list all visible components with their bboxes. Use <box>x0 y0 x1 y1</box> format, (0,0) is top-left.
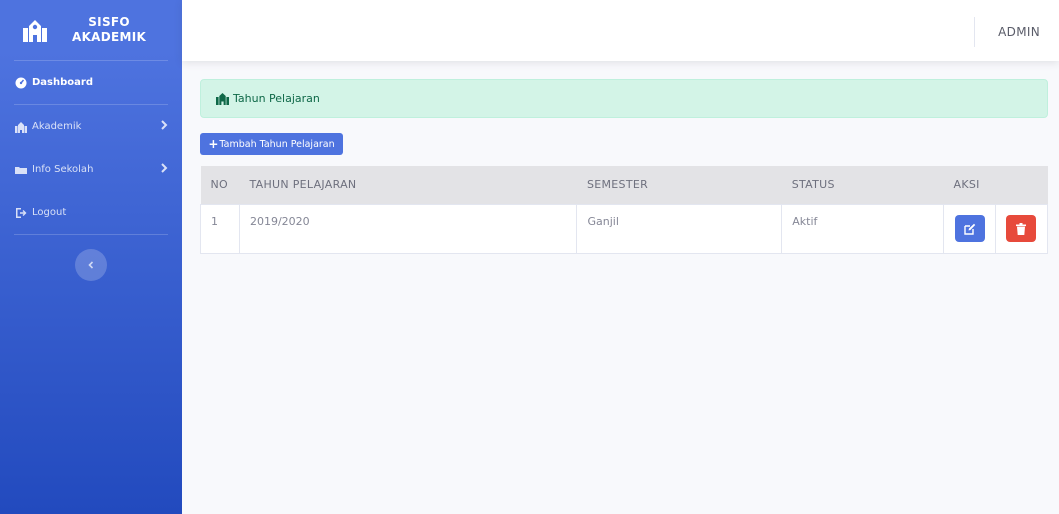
cell-delete <box>994 203 1049 254</box>
column-header[interactable]: SEMESTER <box>576 166 782 204</box>
sidebar-item-info-sekolah[interactable]: Info Sekolah <box>0 148 182 191</box>
school-icon <box>216 93 229 105</box>
sidebar-item-akademik[interactable]: Akademik <box>0 105 182 148</box>
user-menu[interactable]: ADMIN <box>998 25 1040 39</box>
sidebar-item-label: Info Sekolah <box>32 164 94 175</box>
topbar-divider <box>974 17 975 47</box>
school-icon <box>15 121 27 133</box>
column-header[interactable]: TAHUN PELAJARAN <box>239 166 577 204</box>
table-row: 1 2019/2020 Ganjil Aktif <box>200 203 1049 254</box>
sign-out-icon <box>15 207 27 219</box>
chevron-left-icon <box>88 261 94 269</box>
sidebar: SISFO AKADEMIK Dashboard Akademik Info S… <box>0 0 182 514</box>
plus-icon: + <box>208 137 219 151</box>
brand-line-1: SISFO <box>88 15 130 29</box>
column-header[interactable]: STATUS <box>781 166 944 204</box>
table-header-row: NO TAHUN PELAJARAN SEMESTER STATUS AKSI <box>200 166 1048 204</box>
chevron-right-icon <box>161 120 168 130</box>
cell-no: 1 <box>200 203 240 254</box>
sidebar-brand[interactable]: SISFO AKADEMIK <box>0 0 182 60</box>
sidebar-item-label: Akademik <box>32 121 82 132</box>
tachometer-icon <box>15 77 27 89</box>
sidebar-item-label: Dashboard <box>32 77 93 88</box>
edit-icon <box>963 223 975 235</box>
column-header: AKSI <box>943 166 1048 204</box>
topbar: ADMIN <box>182 0 1059 61</box>
sidebar-toggle-button[interactable] <box>75 249 107 281</box>
brand-line-2: AKADEMIK <box>72 30 147 44</box>
delete-button[interactable] <box>1006 215 1037 242</box>
tahun-pelajaran-table: NO TAHUN PELAJARAN SEMESTER STATUS AKSI … <box>200 166 1049 254</box>
cell-tahun-pelajaran: 2019/2020 <box>238 203 578 254</box>
sidebar-item-dashboard[interactable]: Dashboard <box>0 61 182 104</box>
column-header[interactable]: NO <box>200 166 240 204</box>
sidebar-item-logout[interactable]: Logout <box>0 191 182 234</box>
trash-icon <box>1016 222 1027 235</box>
edit-button[interactable] <box>954 215 985 242</box>
sidebar-divider <box>14 234 168 235</box>
cell-status: Aktif <box>781 203 945 254</box>
page-title-alert: Tahun Pelajaran <box>200 79 1048 118</box>
sidebar-item-label: Logout <box>32 207 67 218</box>
chevron-right-icon <box>161 163 168 173</box>
cell-edit <box>943 203 996 254</box>
add-tahun-pelajaran-button[interactable]: + Tambah Tahun Pelajaran <box>200 133 343 155</box>
page-title: Tahun Pelajaran <box>233 92 320 105</box>
add-button-label: Tambah Tahun Pelajaran <box>219 138 335 150</box>
cell-semester: Ganjil <box>576 203 783 254</box>
folder-icon <box>15 164 27 176</box>
school-icon <box>23 20 47 42</box>
